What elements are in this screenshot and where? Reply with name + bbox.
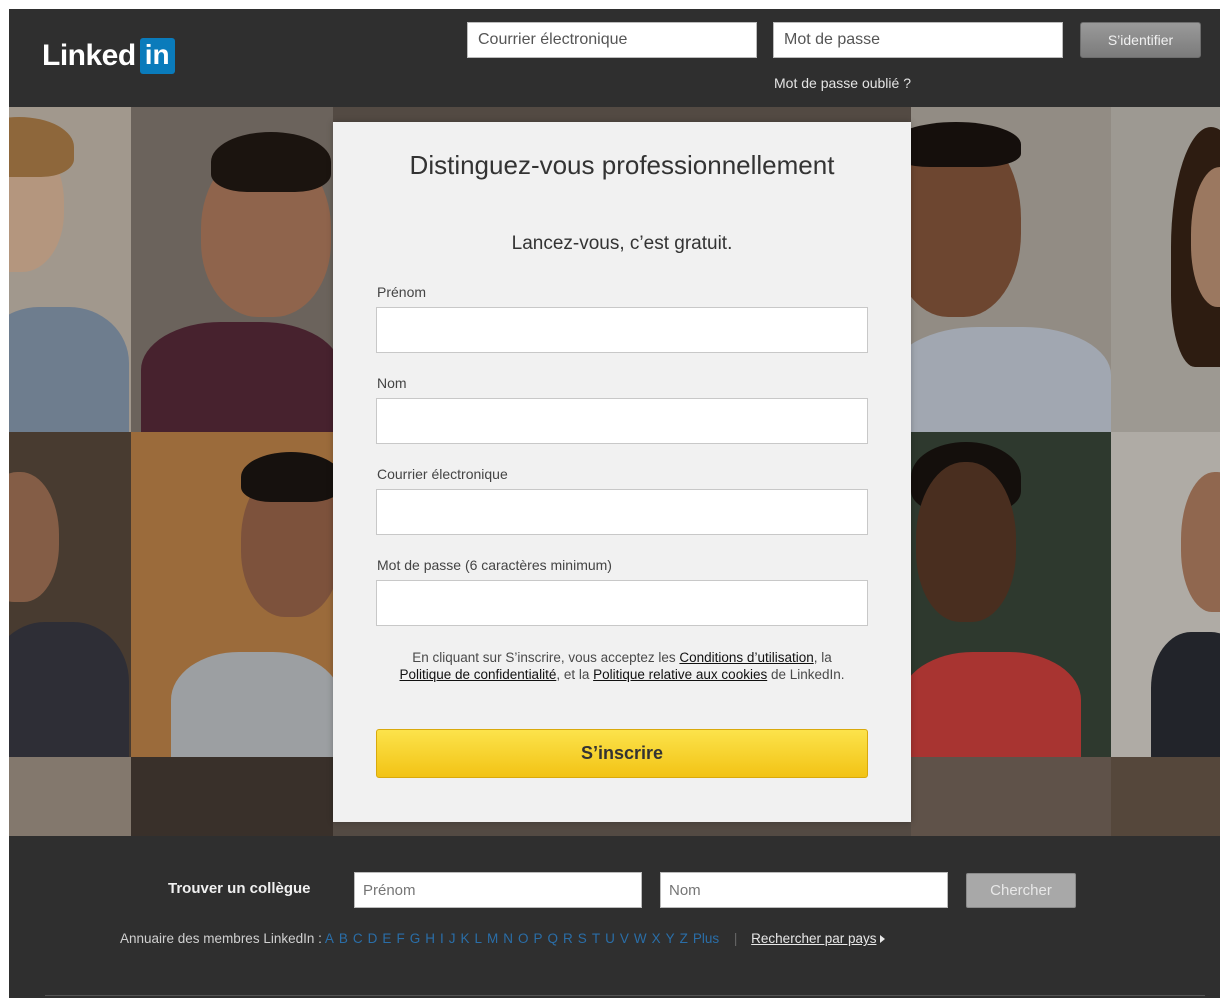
directory-letter-link[interactable]: J bbox=[449, 931, 456, 946]
first-name-label: Prénom bbox=[377, 284, 427, 300]
directory-letter-link[interactable]: C bbox=[353, 931, 363, 946]
privacy-policy-link[interactable]: Politique de confidentialité bbox=[399, 667, 556, 682]
linkedin-logo[interactable]: Linked in bbox=[42, 36, 175, 76]
directory-letter-link[interactable]: P bbox=[534, 931, 543, 946]
footer-first-name-input[interactable] bbox=[354, 872, 642, 908]
terms-text-4: de LinkedIn. bbox=[767, 667, 845, 682]
directory-letter-link[interactable]: W bbox=[634, 931, 647, 946]
footer-last-name-input[interactable] bbox=[660, 872, 948, 908]
directory-label: Annuaire des membres LinkedIn : bbox=[120, 931, 322, 946]
directory-letter-link[interactable]: M bbox=[487, 931, 498, 946]
header-password-input[interactable] bbox=[773, 22, 1063, 58]
directory-letter-link[interactable]: I bbox=[440, 931, 444, 946]
terms-text-3: , et la bbox=[556, 667, 594, 682]
logo-word: Linked bbox=[42, 39, 136, 72]
directory-letter-link[interactable]: G bbox=[410, 931, 421, 946]
directory-letter-link[interactable]: F bbox=[396, 931, 404, 946]
page: Linked in S’identifier Mot de passe oubl… bbox=[9, 9, 1220, 998]
cookie-policy-link[interactable]: Politique relative aux cookies bbox=[593, 667, 767, 682]
directory-letter-link[interactable]: Z bbox=[680, 931, 688, 946]
terms-of-use-link[interactable]: Conditions d’utilisation bbox=[679, 650, 813, 665]
signup-button[interactable]: S’inscrire bbox=[376, 729, 868, 778]
directory-separator: | bbox=[733, 931, 738, 946]
footer-divider bbox=[45, 995, 1205, 996]
directory-letter-link[interactable]: N bbox=[503, 931, 513, 946]
email-label: Courrier électronique bbox=[377, 466, 508, 482]
directory-letter-link[interactable]: D bbox=[368, 931, 378, 946]
member-directory: Annuaire des membres LinkedIn : ABCDEFGH… bbox=[120, 931, 886, 946]
directory-letter-link[interactable]: B bbox=[339, 931, 348, 946]
directory-letter-link[interactable]: T bbox=[592, 931, 600, 946]
directory-letter-link[interactable]: X bbox=[652, 931, 661, 946]
directory-letter-link[interactable]: L bbox=[474, 931, 482, 946]
directory-letter-link[interactable]: H bbox=[425, 931, 435, 946]
triangle-right-icon bbox=[880, 935, 886, 943]
directory-more-link[interactable]: Plus bbox=[693, 931, 719, 946]
header-email-input[interactable] bbox=[467, 22, 757, 58]
signup-subtitle: Lancez-vous, c’est gratuit. bbox=[511, 233, 733, 254]
directory-letter-link[interactable]: E bbox=[382, 931, 391, 946]
forgot-password-link[interactable]: Mot de passe oublié ? bbox=[774, 75, 911, 91]
search-by-country-label: Rechercher par pays bbox=[751, 931, 877, 946]
signin-button[interactable]: S’identifier bbox=[1080, 22, 1201, 58]
email-input[interactable] bbox=[376, 489, 868, 535]
last-name-label: Nom bbox=[377, 375, 407, 391]
find-colleague-label: Trouver un collègue bbox=[168, 880, 311, 897]
terms-text: En cliquant sur S’inscrire, vous accepte… bbox=[387, 649, 857, 683]
terms-text-2: , la bbox=[813, 650, 832, 665]
directory-letter-link[interactable]: V bbox=[620, 931, 629, 946]
directory-letter-link[interactable]: Y bbox=[666, 931, 675, 946]
directory-letter-link[interactable]: K bbox=[460, 931, 469, 946]
password-label: Mot de passe (6 caractères minimum) bbox=[377, 557, 612, 573]
directory-letter-link[interactable]: Q bbox=[548, 931, 559, 946]
header: Linked in S’identifier Mot de passe oubl… bbox=[9, 9, 1220, 107]
last-name-input[interactable] bbox=[376, 398, 868, 444]
directory-letter-link[interactable]: A bbox=[325, 931, 334, 946]
signup-title: Distinguez-vous professionnellement bbox=[409, 150, 835, 180]
directory-letter-link[interactable]: O bbox=[518, 931, 529, 946]
directory-letter-link[interactable]: R bbox=[563, 931, 573, 946]
directory-letters: A B C D E F G H I J K L M N O P Q R S T U V W X Y Z Plus bbox=[325, 931, 724, 946]
search-by-country-link[interactable]: Rechercher par pays bbox=[751, 931, 886, 946]
signup-card: Distinguez-vous professionnellement Lanc… bbox=[333, 122, 911, 822]
terms-text-1: En cliquant sur S’inscrire, vous accepte… bbox=[412, 650, 680, 665]
directory-letter-link[interactable]: S bbox=[578, 931, 587, 946]
first-name-input[interactable] bbox=[376, 307, 868, 353]
password-input[interactable] bbox=[376, 580, 868, 626]
logo-in-box: in bbox=[139, 38, 175, 74]
footer: Trouver un collègue Chercher Annuaire de… bbox=[9, 836, 1220, 998]
directory-letter-link[interactable]: U bbox=[605, 931, 615, 946]
search-button[interactable]: Chercher bbox=[966, 873, 1076, 908]
